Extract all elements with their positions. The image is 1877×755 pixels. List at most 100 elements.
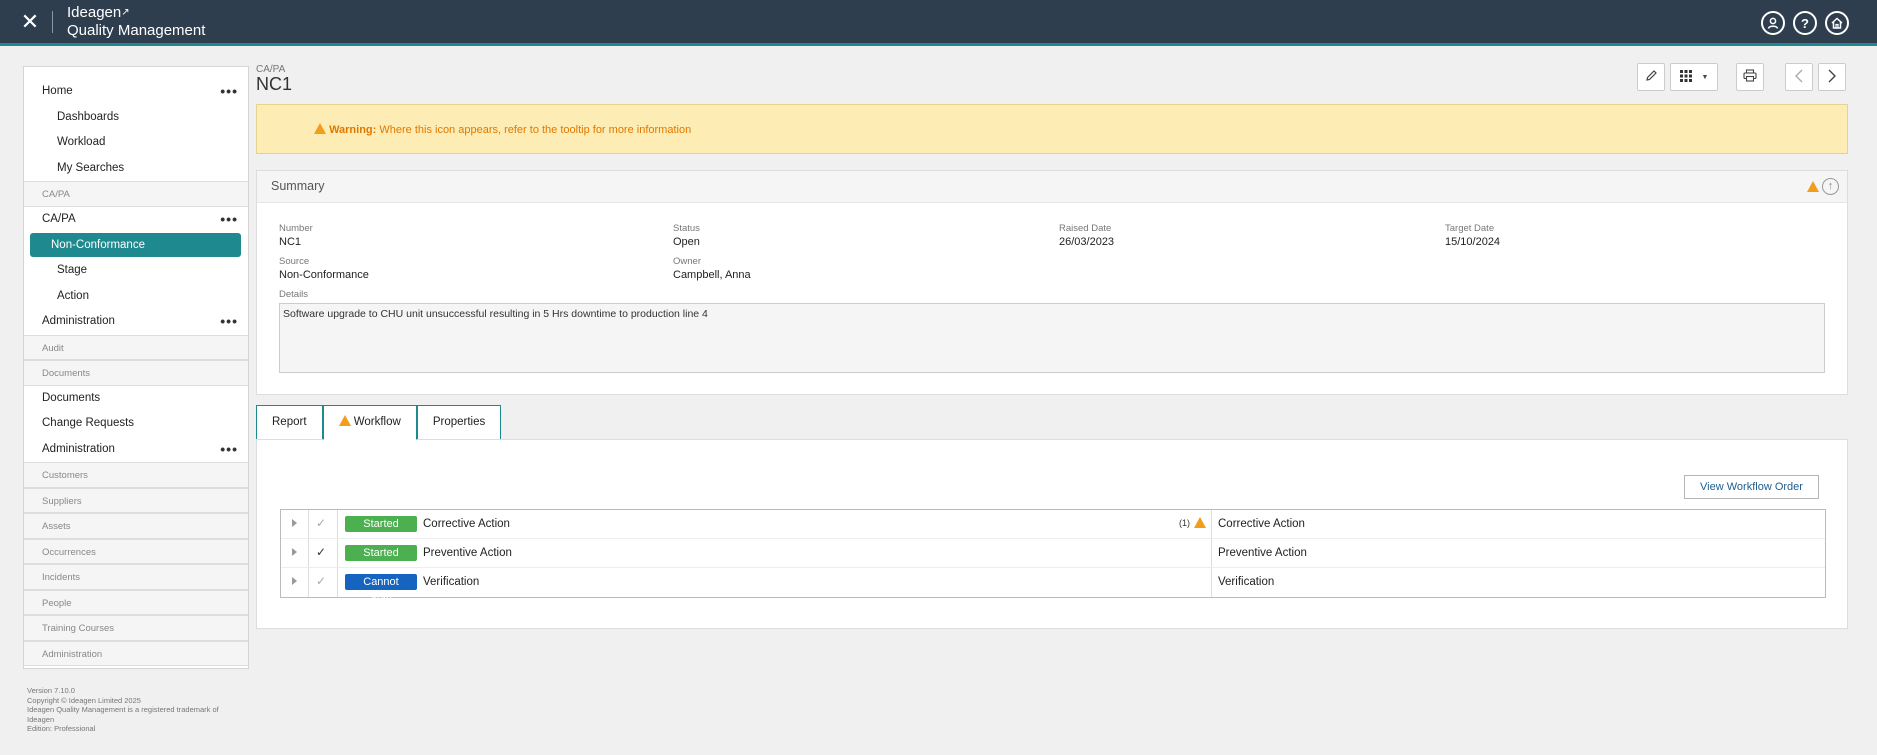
owner-field: Owner Campbell, Anna: [673, 256, 751, 281]
sidebar-item-label: Documents: [42, 368, 91, 379]
sidebar-item-label: Workload: [57, 136, 106, 148]
sidebar-group-customers[interactable]: Customers: [24, 462, 248, 488]
source-field: Source Non-Conformance: [279, 256, 369, 281]
tab-properties[interactable]: Properties: [416, 405, 502, 440]
sidebar-item-label: Home: [42, 85, 73, 97]
page-title: NC1: [256, 74, 293, 94]
status-badge: Started: [345, 545, 417, 561]
sidebar-item-label: Administration: [42, 648, 103, 660]
apps-menu-button[interactable]: ▼: [1670, 63, 1718, 91]
workflow-type: Preventive Action: [1218, 547, 1307, 559]
edition-text: Edition: Professional: [27, 724, 96, 733]
collapse-icon[interactable]: ↑: [1822, 178, 1839, 195]
sidebar-item-dashboards[interactable]: Dashboards: [24, 105, 248, 131]
sidebar-item-workload[interactable]: Workload: [24, 130, 248, 156]
sidebar-item-home[interactable]: Home •••: [24, 79, 248, 105]
table-row[interactable]: ✓ Cannot Start Verification Verification: [281, 568, 1825, 604]
pencil-icon: [1645, 69, 1658, 85]
workflow-name[interactable]: Preventive Action: [423, 547, 512, 559]
sidebar-group-suppliers[interactable]: Suppliers: [24, 487, 248, 513]
home-icon[interactable]: [1825, 11, 1849, 35]
more-options-icon[interactable]: •••: [220, 309, 238, 335]
close-icon[interactable]: ✕: [18, 10, 42, 34]
brand-mark-icon: ↗: [121, 7, 130, 18]
sidebar-item-label: Administration: [42, 315, 115, 327]
sidebar-item-my-searches[interactable]: My Searches: [24, 156, 248, 182]
warning-icon[interactable]: [1807, 181, 1819, 192]
sidebar-group-administration[interactable]: Administration: [24, 640, 248, 666]
sidebar-group-incidents[interactable]: Incidents: [24, 564, 248, 590]
table-row[interactable]: ✓ Started Corrective Action (1) Correcti…: [281, 510, 1825, 539]
expand-icon[interactable]: [292, 577, 297, 585]
sidebar-item-stage[interactable]: Stage: [24, 258, 248, 284]
warning-label: Warning:: [329, 124, 377, 136]
more-options-icon[interactable]: •••: [220, 437, 238, 463]
sidebar-group-audit[interactable]: Audit: [24, 334, 248, 360]
field-label: Details: [279, 289, 309, 300]
field-label: Status: [673, 223, 700, 234]
help-icon[interactable]: ?: [1793, 11, 1817, 35]
sidebar-group-ca-pa[interactable]: CA/PA: [24, 181, 248, 207]
field-label: Source: [279, 256, 310, 267]
sidebar-item-ca-pa[interactable]: CA/PA •••: [24, 207, 248, 233]
workflow-type: Corrective Action: [1218, 518, 1305, 530]
chevron-left-icon: [1794, 69, 1804, 86]
sidebar-item-label: Change Requests: [42, 417, 135, 429]
warning-icon: [314, 123, 326, 134]
warning-text: Where this icon appears, refer to the to…: [376, 124, 692, 136]
sidebar-item-label: Documents: [42, 391, 101, 404]
previous-record-button[interactable]: [1785, 63, 1813, 91]
sidebar-group-documents[interactable]: Documents: [24, 360, 248, 386]
sidebar-item-non-conformance[interactable]: Non-Conformance: [30, 233, 241, 257]
edit-button[interactable]: [1637, 63, 1665, 91]
warning-message: Warning: Where this icon appears, refer …: [314, 123, 691, 136]
sidebar-group-occurrences[interactable]: Occurrences: [24, 538, 248, 564]
view-workflow-order-button[interactable]: View Workflow Order: [1684, 475, 1819, 499]
details-label-wrap: Details: [279, 289, 308, 300]
brand-logo: Ideagen↗ Quality Management: [67, 4, 205, 40]
count-text: (1): [1179, 517, 1190, 528]
sidebar-item-documents[interactable]: Documents: [24, 386, 248, 412]
warning-icon[interactable]: [1194, 517, 1206, 528]
sidebar-item-label: Administration: [42, 442, 115, 455]
field-label: Number: [279, 223, 313, 234]
workflow-name[interactable]: Verification: [423, 576, 479, 588]
tab-report[interactable]: Report: [256, 405, 323, 440]
expand-icon[interactable]: [292, 548, 297, 556]
sidebar-item-change-requests[interactable]: Change Requests: [24, 411, 248, 437]
print-button[interactable]: [1736, 63, 1764, 91]
check-icon: ✓: [316, 545, 327, 559]
summary-header[interactable]: Summary ↑: [257, 171, 1847, 203]
sidebar-group-people[interactable]: People: [24, 589, 248, 615]
caret-down-icon: ▼: [1701, 73, 1709, 81]
action-count: (1): [1179, 517, 1206, 528]
field-value: Campbell, Anna: [673, 269, 751, 281]
sidebar-item-label: My Searches: [57, 161, 125, 174]
summary-title: Summary: [271, 179, 325, 193]
sidebar-item-label: Customers: [42, 470, 88, 481]
user-icon[interactable]: [1761, 11, 1785, 35]
warning-icon: [338, 415, 351, 426]
next-record-button[interactable]: [1818, 63, 1846, 91]
tab-workflow[interactable]: Workflow: [322, 405, 417, 440]
more-options-icon[interactable]: •••: [220, 79, 238, 105]
sidebar-nav: Home ••• Dashboards Workload My Searches CA/P…: [23, 66, 249, 669]
sidebar-item-action[interactable]: Action: [24, 284, 248, 310]
field-label: Owner: [673, 256, 701, 267]
workflow-name[interactable]: Corrective Action: [423, 518, 510, 530]
status-field: Status Open: [673, 223, 700, 248]
field-value: Non-Conformance: [279, 269, 369, 281]
expand-icon[interactable]: [292, 519, 297, 527]
print-icon: [1743, 69, 1757, 85]
footer-info: Version 7.10.0 Copyright © Ideagen Limit…: [27, 686, 237, 734]
sidebar-item-administration[interactable]: Administration •••: [24, 309, 248, 335]
sidebar-item-label: Suppliers: [42, 495, 82, 507]
workflow-type: Verification: [1218, 576, 1275, 588]
sidebar-group-assets[interactable]: Assets: [24, 513, 248, 539]
number-field: Number NC1: [279, 223, 313, 248]
status-badge: Cannot Start: [345, 574, 417, 604]
sidebar-item-administration[interactable]: Administration •••: [24, 437, 248, 463]
more-options-icon[interactable]: •••: [220, 207, 238, 233]
sidebar-group-training-courses[interactable]: Training Courses: [24, 615, 248, 641]
table-row[interactable]: ✓ Started Preventive Action Preventive A…: [281, 539, 1825, 568]
